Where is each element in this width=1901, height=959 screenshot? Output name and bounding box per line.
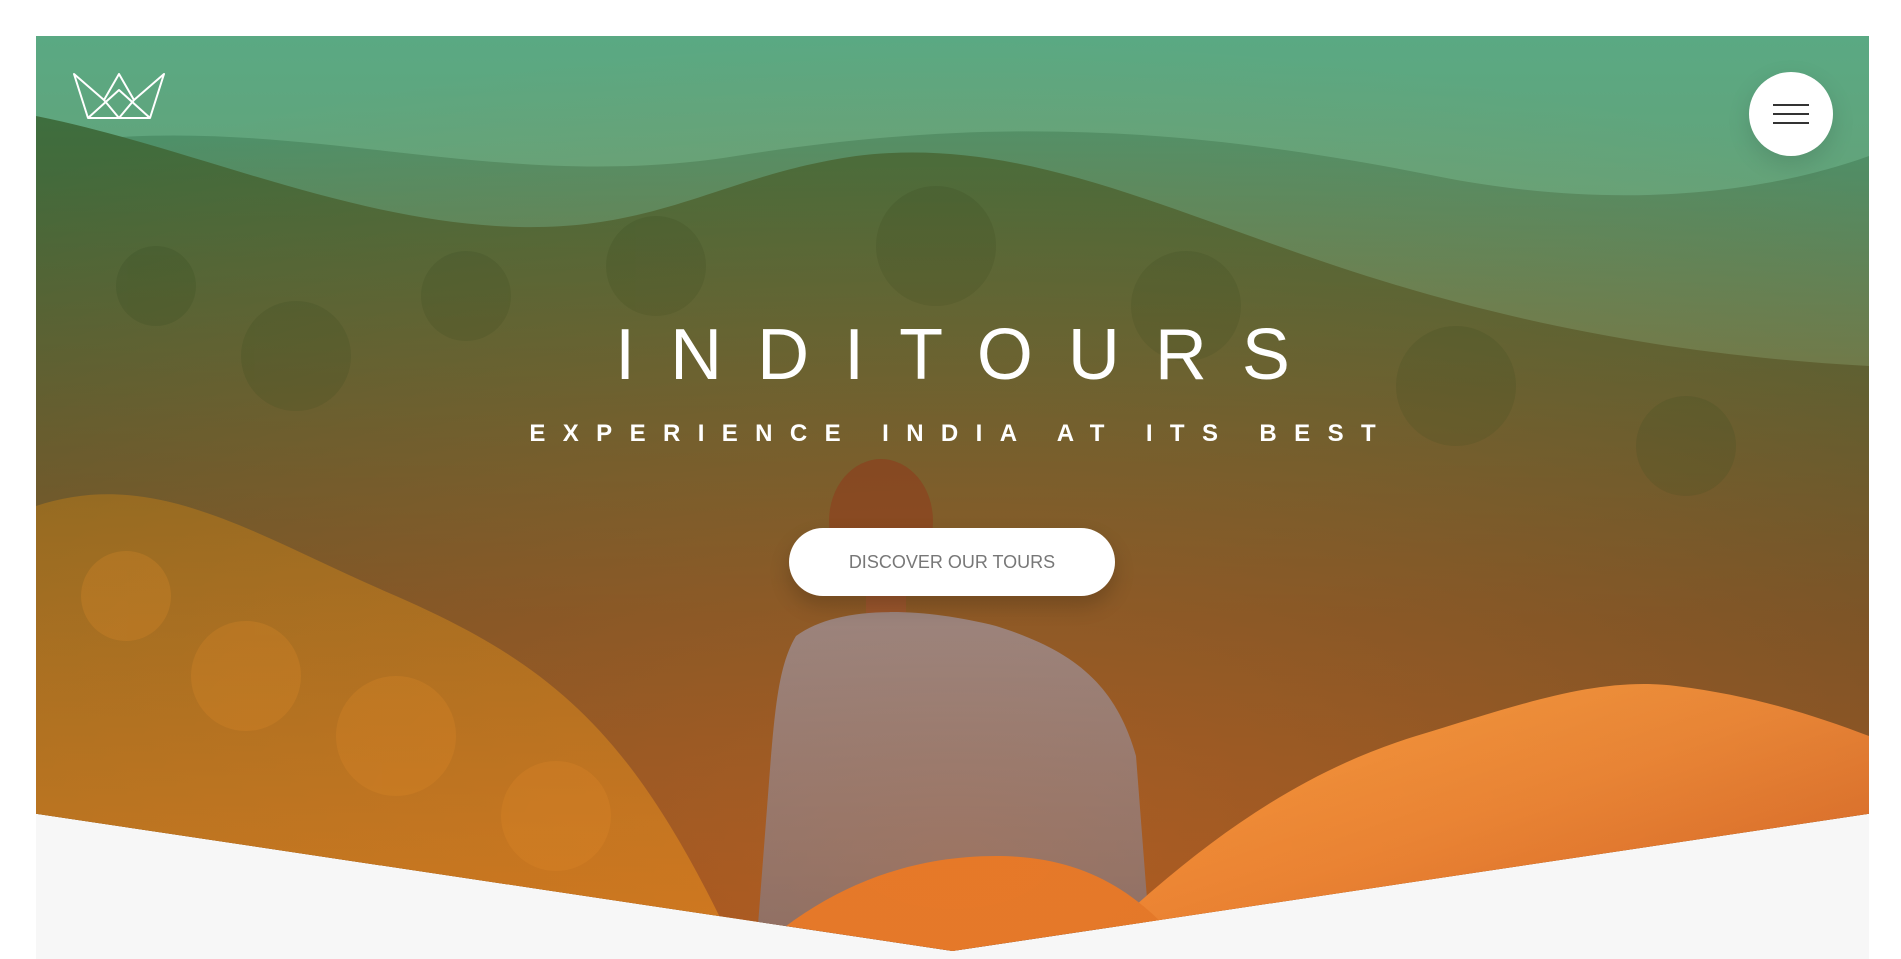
hero-text-block: INDITOURS EXPERIENCE INDIA AT ITS BEST D…	[36, 36, 1869, 951]
hero-section: INDITOURS EXPERIENCE INDIA AT ITS BEST D…	[36, 36, 1869, 951]
discover-tours-button[interactable]: DISCOVER OUR TOURS	[789, 528, 1115, 596]
hero-title: INDITOURS	[615, 315, 1325, 395]
hero-subtitle: EXPERIENCE INDIA AT ITS BEST	[529, 420, 1394, 447]
page-frame: INDITOURS EXPERIENCE INDIA AT ITS BEST D…	[36, 36, 1869, 959]
